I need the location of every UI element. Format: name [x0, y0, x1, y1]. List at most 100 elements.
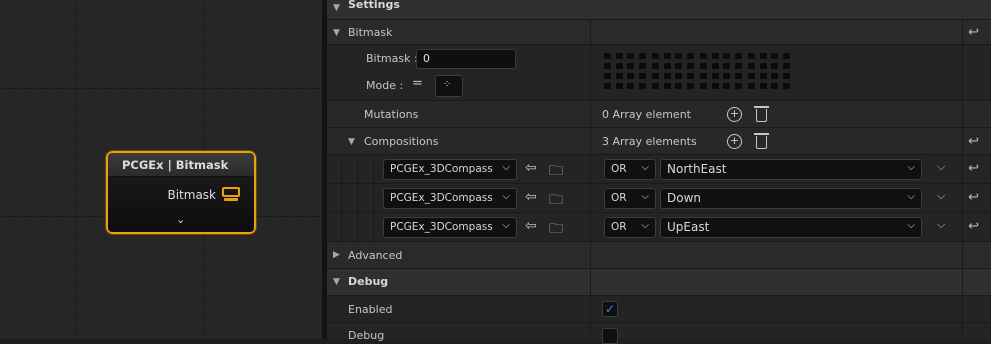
- bit-cell: [700, 83, 707, 89]
- bit-cell: [759, 53, 767, 59]
- bit-cell: [638, 73, 646, 79]
- compass-source-select[interactable]: PCGEx_3DCompass ⌵: [383, 188, 517, 209]
- compass-source-select[interactable]: PCGEx_3DCompass ⌵: [383, 159, 517, 180]
- use-selected-icon[interactable]: ⇦: [525, 160, 537, 176]
- browse-folder-icon[interactable]: 🗀: [549, 189, 563, 213]
- bit-cell: [771, 63, 778, 69]
- row-options-chevron-icon[interactable]: ⌵: [937, 160, 945, 174]
- compass-source-select[interactable]: PCGEx_3DCompass ⌵: [383, 217, 517, 238]
- use-selected-icon[interactable]: ⇦: [525, 218, 537, 234]
- bitmask-grid-preview: [604, 53, 794, 93]
- bit-cell: [734, 83, 742, 89]
- bit-cell: [627, 53, 634, 59]
- bit-cell: [686, 83, 694, 89]
- bit-cell: [734, 73, 742, 79]
- details-panel: ▼ Settings ▼ Bitmask ↩ Bitmask : 0 Mode …: [327, 0, 991, 344]
- settings-label: Settings: [348, 0, 400, 11]
- composition-item: PCGEx_3DCompass ⌵ ⇦ 🗀 OR ⌵ NorthEast ⌵ ⌵ ↩: [327, 155, 991, 184]
- expand-down-icon[interactable]: ▼: [333, 3, 340, 13]
- bit-cell: [604, 73, 611, 79]
- debug-row: Debug: [327, 323, 991, 344]
- operation-select[interactable]: OR ⌵: [604, 159, 656, 180]
- expand-down-icon[interactable]: ▼: [333, 277, 340, 287]
- composition-item: PCGEx_3DCompass ⌵ ⇦ 🗀 OR ⌵ Down ⌵ ⌵ ↩: [327, 184, 991, 213]
- bitmask-value-row: Bitmask : 0 Mode : = ⁘: [327, 45, 991, 101]
- reset-arrow-icon[interactable]: ↩: [968, 219, 979, 234]
- reset-arrow-icon[interactable]: ↩: [968, 134, 979, 149]
- bit-cell: [675, 83, 682, 89]
- add-element-icon[interactable]: +: [727, 107, 742, 122]
- bit-cell: [782, 73, 790, 79]
- bit-cell: [675, 73, 682, 79]
- bitmask-input[interactable]: 0: [416, 49, 516, 69]
- operation-select[interactable]: OR ⌵: [604, 217, 656, 238]
- bit-cell: [723, 53, 730, 59]
- bit-cell: [759, 63, 767, 69]
- bit-cell: [700, 53, 707, 59]
- reset-arrow-icon[interactable]: ↩: [968, 161, 979, 176]
- operation-select[interactable]: OR ⌵: [604, 188, 656, 209]
- add-element-icon[interactable]: +: [727, 134, 742, 149]
- bit-cell: [627, 83, 634, 89]
- direction-select[interactable]: UpEast ⌵: [660, 217, 922, 238]
- bitmask-category-label: Bitmask: [348, 26, 393, 39]
- debug-category-header[interactable]: ▼ Debug: [327, 269, 991, 296]
- row-options-chevron-icon[interactable]: ⌵: [937, 189, 945, 203]
- reset-arrow-icon[interactable]: ↩: [968, 25, 979, 40]
- browse-folder-icon[interactable]: 🗀: [549, 218, 563, 242]
- node-pin-label: Bitmask: [167, 188, 216, 202]
- trash-icon[interactable]: [754, 133, 769, 149]
- direction-select[interactable]: NorthEast ⌵: [660, 159, 922, 180]
- chevron-down-icon: ⌵: [641, 220, 649, 231]
- compositions-label: Compositions: [364, 135, 439, 148]
- graph-canvas[interactable]: PCGEx | Bitmask Bitmask ⌄: [0, 0, 322, 339]
- enabled-checkbox[interactable]: ✓: [602, 301, 618, 317]
- bitmask-category-header[interactable]: ▼ Bitmask ↩: [327, 20, 991, 45]
- equals-icon[interactable]: =: [412, 76, 423, 91]
- expand-right-icon[interactable]: ▶: [333, 250, 340, 260]
- chevron-down-icon: ⌵: [502, 162, 510, 173]
- bit-cell: [771, 73, 778, 79]
- chevron-down-icon: ⌵: [502, 191, 510, 202]
- dots-grid-icon: ⁘: [443, 79, 452, 90]
- bit-cell: [711, 63, 719, 69]
- chevron-down-icon: ⌵: [502, 220, 510, 231]
- direction-select[interactable]: Down ⌵: [660, 188, 922, 209]
- settings-category-header[interactable]: ▼ Settings: [327, 0, 991, 20]
- trash-icon[interactable]: [754, 106, 769, 122]
- mutations-count: 0 Array element: [602, 108, 691, 121]
- chevron-down-icon: ⌵: [907, 191, 915, 202]
- reset-arrow-icon[interactable]: ↩: [968, 190, 979, 205]
- bit-cell: [734, 63, 742, 69]
- bit-cell: [675, 53, 682, 59]
- bitmask-output-pin-icon[interactable]: [222, 187, 240, 201]
- mode-select[interactable]: ⁘: [435, 75, 463, 97]
- chevron-down-icon: ⌵: [641, 162, 649, 173]
- chevron-down-icon: ⌵: [641, 191, 649, 202]
- bitmask-node[interactable]: PCGEx | Bitmask Bitmask ⌄: [106, 151, 256, 234]
- expand-down-icon[interactable]: ▼: [348, 137, 355, 147]
- operation-value: OR: [611, 163, 627, 175]
- bit-cell: [782, 83, 790, 89]
- chevron-down-icon: ⌵: [907, 162, 915, 173]
- bit-cell: [759, 83, 767, 89]
- use-selected-icon[interactable]: ⇦: [525, 189, 537, 205]
- row-options-chevron-icon[interactable]: ⌵: [937, 218, 945, 232]
- compass-source-value: PCGEx_3DCompass: [390, 221, 493, 233]
- advanced-label: Advanced: [348, 249, 403, 262]
- browse-folder-icon[interactable]: 🗀: [549, 160, 563, 184]
- bit-cell: [663, 63, 671, 69]
- bit-cell: [711, 73, 719, 79]
- bit-cell: [723, 83, 730, 89]
- bit-cell: [604, 63, 611, 69]
- debug-checkbox[interactable]: [602, 328, 618, 344]
- advanced-row[interactable]: ▶ Advanced: [327, 242, 991, 269]
- bit-cell: [748, 73, 755, 79]
- bit-cell: [782, 53, 790, 59]
- chevron-down-icon[interactable]: ⌄: [176, 213, 185, 226]
- mutations-label: Mutations: [364, 108, 419, 121]
- expand-down-icon[interactable]: ▼: [333, 28, 340, 38]
- compositions-row[interactable]: ▼ Compositions 3 Array elements + ↩: [327, 128, 991, 155]
- indent-guide: [341, 155, 342, 242]
- bit-cell: [675, 63, 682, 69]
